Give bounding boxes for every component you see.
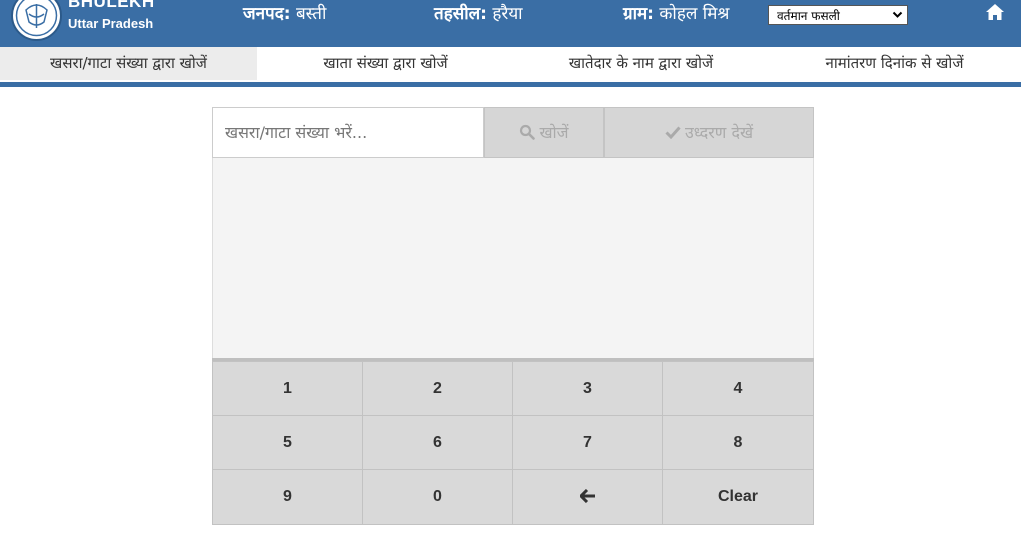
chevron-down-icon <box>892 9 903 23</box>
khasra-search-input[interactable]: खसरा/गाटा संख्या भरें... <box>212 107 484 158</box>
keypad-key-4[interactable]: 4 <box>663 362 813 416</box>
janpad-label: जनपद: <box>243 4 291 24</box>
tab-khata-search[interactable]: खाता संख्या द्वारा खोजें <box>257 47 514 80</box>
tab-underline <box>0 82 1021 87</box>
search-button-label: खोजें <box>539 123 569 142</box>
keypad-backspace-button[interactable] <box>513 470 663 524</box>
keypad-key-0[interactable]: 0 <box>363 470 513 524</box>
tab-owner-name-search[interactable]: खातेदार के नाम द्वारा खोजें <box>514 47 768 80</box>
keypad-key-9[interactable]: 9 <box>213 470 363 524</box>
top-header: BHULEKH Uttar Pradesh जनपद: बस्ती तहसील:… <box>0 0 1021 47</box>
brand-name: BHULEKH <box>68 0 155 11</box>
tehsil-info: तहसील: हरैया <box>434 1 523 24</box>
keypad-key-1[interactable]: 1 <box>213 362 363 416</box>
view-extract-button[interactable]: उध्दरण देखें <box>604 107 814 158</box>
janpad-value: बस्ती <box>295 4 327 24</box>
search-icon <box>520 124 536 140</box>
gram-value: कोहल मिश्र <box>659 4 730 24</box>
keypad-key-2[interactable]: 2 <box>363 362 513 416</box>
view-extract-label: उध्दरण देखें <box>684 123 754 142</box>
tehsil-value: हरैया <box>492 4 523 24</box>
keypad-key-7[interactable]: 7 <box>513 416 663 470</box>
up-emblem-logo[interactable] <box>11 0 62 41</box>
keypad-key-8[interactable]: 8 <box>663 416 813 470</box>
keypad-clear-button[interactable]: Clear <box>663 470 813 524</box>
tab-mutation-date-search[interactable]: नामांतरण दिनांक से खोजें <box>768 47 1021 80</box>
search-button[interactable]: खोजें <box>484 107 604 158</box>
janpad-info: जनपद: बस्ती <box>243 1 326 24</box>
fasli-year-select[interactable]: वर्तमान फसली <box>768 5 908 25</box>
home-icon[interactable] <box>985 3 1005 21</box>
search-tabs: खसरा/गाटा संख्या द्वारा खोजें खाता संख्य… <box>0 47 1021 82</box>
check-icon <box>665 125 681 139</box>
arrow-left-icon <box>578 488 595 503</box>
keypad-key-3[interactable]: 3 <box>513 362 663 416</box>
search-panel: खसरा/गाटा संख्या भरें... खोजें उध्दरण दे… <box>212 107 814 525</box>
result-area <box>212 158 814 358</box>
keypad-key-6[interactable]: 6 <box>363 416 513 470</box>
brand-state: Uttar Pradesh <box>68 16 154 31</box>
numeric-keypad: 1 2 3 4 5 6 7 8 9 0 Clear <box>212 361 814 525</box>
fasli-selected-value: वर्तमान फसली <box>777 9 840 23</box>
keypad-key-5[interactable]: 5 <box>213 416 363 470</box>
gram-info: ग्राम: कोहल मिश्र <box>623 1 729 24</box>
tab-khasra-search[interactable]: खसरा/गाटा संख्या द्वारा खोजें <box>0 47 257 80</box>
tehsil-label: तहसील: <box>434 4 487 24</box>
gram-label: ग्राम: <box>623 4 654 24</box>
